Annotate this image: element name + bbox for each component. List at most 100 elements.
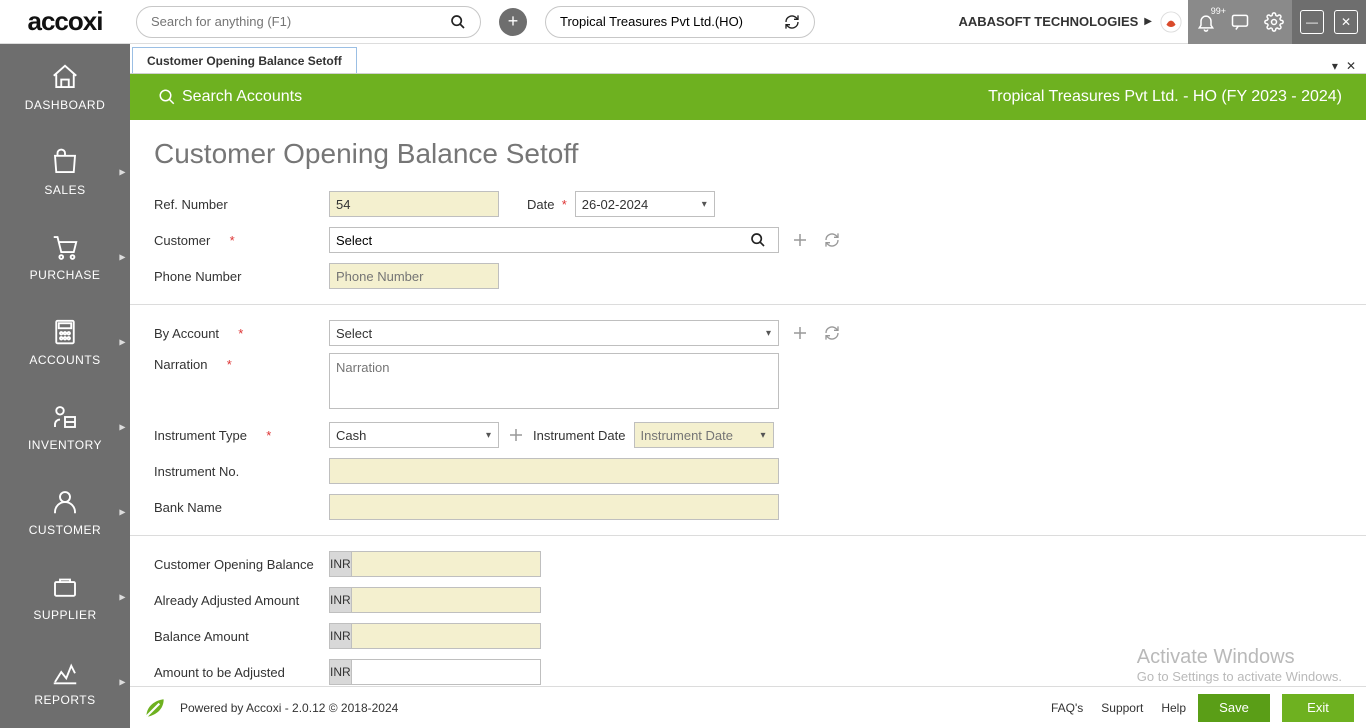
org-caret-icon[interactable]: ▶ — [1144, 16, 1152, 27]
divider — [130, 304, 1366, 305]
nav-label: INVENTORY — [28, 438, 102, 452]
link-support[interactable]: Support — [1101, 701, 1143, 715]
global-search[interactable] — [136, 6, 481, 38]
label-narration: Narration * — [154, 353, 329, 372]
balance-input — [351, 623, 541, 649]
label-to-adjust: Amount to be Adjusted — [154, 665, 329, 680]
bank-input[interactable] — [329, 494, 779, 520]
nav-supplier[interactable]: SUPPLIER ▶ — [0, 554, 130, 639]
divider — [130, 535, 1366, 536]
instr-type-input[interactable] — [329, 422, 499, 448]
balance-field: INR — [329, 623, 499, 649]
link-help[interactable]: Help — [1161, 701, 1186, 715]
exit-button[interactable]: Exit — [1282, 694, 1354, 722]
nav-label: REPORTS — [34, 693, 95, 707]
app-logo: accoxi — [0, 0, 130, 44]
chevron-right-icon: ▶ — [119, 422, 126, 431]
topbar: accoxi + Tropical Treasures Pvt Ltd.(HO)… — [0, 0, 1366, 44]
add-customer-button[interactable] — [789, 229, 811, 251]
fy-context: Tropical Treasures Pvt Ltd. - HO (FY 202… — [988, 88, 1342, 106]
quick-add-button[interactable]: + — [499, 8, 527, 36]
label-instr-date: Instrument Date — [533, 428, 626, 443]
tab-close-icon[interactable]: ✕ — [1346, 59, 1356, 73]
chevron-right-icon: ▶ — [119, 252, 126, 261]
already-field: INR — [329, 587, 499, 613]
currency-unit: INR — [329, 659, 351, 685]
phone-input[interactable] — [329, 263, 499, 289]
date-picker[interactable]: ▾ — [575, 191, 715, 217]
footer: Powered by Accoxi - 2.0.12 © 2018-2024 F… — [130, 686, 1366, 728]
instr-date-picker[interactable]: ▾ — [634, 422, 774, 448]
customer-input[interactable] — [330, 233, 750, 248]
page-title: Customer Opening Balance Setoff — [154, 138, 1342, 170]
add-instr-type-button[interactable] — [505, 424, 527, 446]
accoxi-leaf-icon — [142, 695, 168, 721]
settings-icon[interactable] — [1264, 12, 1284, 32]
refresh-account-button[interactable] — [821, 322, 843, 344]
org-name[interactable]: AABASOFT TECHNOLOGIES — [958, 14, 1138, 29]
nav-customer[interactable]: CUSTOMER ▶ — [0, 469, 130, 554]
customer-lookup[interactable] — [329, 227, 779, 253]
already-input — [351, 587, 541, 613]
company-name: Tropical Treasures Pvt Ltd.(HO) — [560, 14, 784, 29]
chevron-right-icon: ▶ — [119, 677, 126, 686]
context-header: Search Accounts Tropical Treasures Pvt L… — [130, 74, 1366, 120]
nav-accounts[interactable]: ACCOUNTS ▶ — [0, 299, 130, 384]
label-by-account: By Account * — [154, 326, 329, 341]
link-faq[interactable]: FAQ's — [1051, 701, 1083, 715]
nav-sales[interactable]: SALES ▶ — [0, 129, 130, 214]
label-instr-type: Instrument Type * — [154, 428, 329, 443]
nav-label: ACCOUNTS — [29, 353, 100, 367]
narration-textarea[interactable] — [329, 353, 779, 409]
label-already: Already Adjusted Amount — [154, 593, 329, 608]
nav-label: PURCHASE — [30, 268, 101, 282]
date-input[interactable] — [575, 191, 715, 217]
chevron-right-icon: ▶ — [119, 167, 126, 176]
by-account-select[interactable]: ▾ — [329, 320, 779, 346]
minimize-button[interactable]: — — [1300, 10, 1324, 34]
instr-no-input[interactable] — [329, 458, 779, 484]
notifications-icon[interactable]: 99+ — [1196, 12, 1216, 32]
search-icon[interactable] — [750, 232, 778, 248]
close-button[interactable]: ✕ — [1334, 10, 1358, 34]
search-icon[interactable] — [450, 14, 466, 30]
search-accounts-icon[interactable] — [158, 88, 176, 106]
add-account-button[interactable] — [789, 322, 811, 344]
tab-strip: Customer Opening Balance Setoff ▾ ✕ — [130, 44, 1366, 74]
sync-icon[interactable] — [784, 14, 800, 30]
nav-inventory[interactable]: INVENTORY ▶ — [0, 384, 130, 469]
by-account-input[interactable] — [329, 320, 779, 346]
instr-type-select[interactable]: ▾ — [329, 422, 499, 448]
instr-date-input[interactable] — [634, 422, 774, 448]
refresh-customer-button[interactable] — [821, 229, 843, 251]
global-search-input[interactable] — [151, 14, 450, 29]
ref-no-input[interactable] — [329, 191, 499, 217]
label-date: Date * — [527, 197, 567, 212]
search-accounts-link[interactable]: Search Accounts — [182, 88, 302, 106]
nav-purchase[interactable]: PURCHASE ▶ — [0, 214, 130, 299]
company-selector[interactable]: Tropical Treasures Pvt Ltd.(HO) — [545, 6, 815, 38]
nav-label: SALES — [44, 183, 85, 197]
tab-tools: ▾ ✕ — [1332, 59, 1356, 73]
nav-reports[interactable]: REPORTS ▶ — [0, 639, 130, 724]
nav-dashboard[interactable]: DASHBOARD — [0, 44, 130, 129]
chat-icon[interactable] — [1230, 12, 1250, 32]
label-instr-no: Instrument No. — [154, 464, 329, 479]
chevron-right-icon: ▶ — [119, 337, 126, 346]
to-adjust-input[interactable] — [351, 659, 541, 685]
nav-label: CUSTOMER — [29, 523, 101, 537]
mascot-icon — [1160, 11, 1182, 33]
tool-group: 99+ — [1188, 0, 1292, 44]
label-bank: Bank Name — [154, 500, 329, 515]
to-adjust-field[interactable]: INR — [329, 659, 499, 685]
chevron-right-icon: ▶ — [119, 592, 126, 601]
nav-label: SUPPLIER — [33, 608, 96, 622]
save-button[interactable]: Save — [1198, 694, 1270, 722]
tab-menu-icon[interactable]: ▾ — [1332, 59, 1338, 73]
tab-customer-opening-balance[interactable]: Customer Opening Balance Setoff — [132, 47, 357, 73]
currency-unit: INR — [329, 551, 351, 577]
label-balance: Balance Amount — [154, 629, 329, 644]
version-text: Powered by Accoxi - 2.0.12 © 2018-2024 — [180, 701, 398, 715]
window-controls: — ✕ — [1292, 0, 1366, 44]
topbar-right: AABASOFT TECHNOLOGIES ▶ 99+ — ✕ — [958, 0, 1366, 44]
